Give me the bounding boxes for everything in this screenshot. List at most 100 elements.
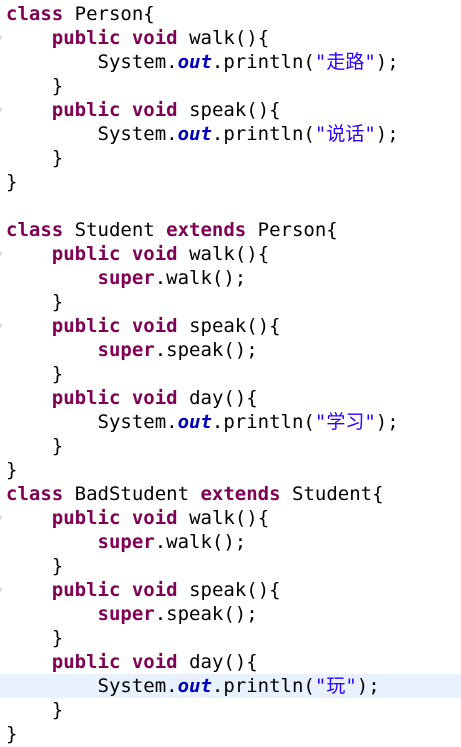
- code-line[interactable]: }: [0, 698, 461, 722]
- code-keyword: extends: [200, 483, 281, 505]
- code-text: Student{: [280, 483, 384, 505]
- code-string: "玩": [314, 675, 357, 697]
- code-line[interactable]: public void speak(){: [0, 314, 461, 338]
- code-line[interactable]: public void day(){: [0, 650, 461, 674]
- code-line[interactable]: public void walk(){: [0, 506, 461, 530]
- code-keyword: super: [97, 531, 155, 553]
- code-text: .println(: [211, 675, 315, 697]
- code-line[interactable]: public void day(){: [0, 386, 461, 410]
- code-editor[interactable]: class Person{ public void walk(){ System…: [0, 0, 461, 747]
- code-line[interactable]: public void speak(){: [0, 578, 461, 602]
- code-line[interactable]: public void walk(){: [0, 242, 461, 266]
- code-text: .println(: [211, 123, 315, 145]
- code-text: walk(){: [177, 507, 270, 529]
- code-field: out: [177, 123, 212, 145]
- code-line[interactable]: }: [0, 146, 461, 170]
- code-line[interactable]: }: [0, 458, 461, 482]
- code-text: walk(){: [177, 243, 270, 265]
- code-keyword: public: [51, 387, 121, 409]
- fold-marker-icon[interactable]: [0, 323, 2, 328]
- code-line[interactable]: public void walk(){: [0, 26, 461, 50]
- code-text: .speak();: [154, 339, 258, 361]
- fold-marker-icon[interactable]: [0, 251, 2, 256]
- code-line[interactable]: [0, 194, 461, 218]
- code-text: }: [51, 363, 64, 385]
- code-text: }: [51, 291, 64, 313]
- code-line[interactable]: class Person{: [0, 2, 461, 26]
- code-text: }: [51, 555, 64, 577]
- code-keyword: void: [131, 243, 178, 265]
- code-line[interactable]: }: [0, 626, 461, 650]
- code-keyword: public: [51, 651, 121, 673]
- code-line[interactable]: class BadStudent extends Student{: [0, 482, 461, 506]
- code-text: }: [51, 699, 64, 721]
- code-keyword: super: [97, 339, 155, 361]
- code-line[interactable]: class Student extends Person{: [0, 218, 461, 242]
- code-line[interactable]: super.speak();: [0, 602, 461, 626]
- code-text: System.: [97, 411, 178, 433]
- code-field: out: [177, 675, 212, 697]
- fold-marker-icon[interactable]: [0, 587, 2, 592]
- fold-marker-icon[interactable]: [0, 35, 2, 40]
- code-line[interactable]: super.walk();: [0, 266, 461, 290]
- code-text: }: [51, 75, 64, 97]
- code-text: }: [51, 435, 64, 457]
- code-line[interactable]: }: [0, 170, 461, 194]
- code-line[interactable]: }: [0, 362, 461, 386]
- code-line[interactable]: public void speak(){: [0, 98, 461, 122]
- code-line[interactable]: super.speak();: [0, 338, 461, 362]
- code-text: BadStudent: [63, 483, 201, 505]
- code-text: );: [356, 675, 380, 697]
- code-text: Student: [63, 219, 167, 241]
- code-text: .println(: [211, 411, 315, 433]
- code-line[interactable]: }: [0, 722, 461, 746]
- code-text: }: [6, 459, 18, 481]
- code-line[interactable]: }: [0, 74, 461, 98]
- code-text: .speak();: [154, 603, 258, 625]
- code-text: day(){: [177, 651, 258, 673]
- code-string: "走路": [314, 51, 376, 73]
- code-keyword: public: [51, 579, 121, 601]
- code-text: speak(){: [177, 99, 281, 121]
- code-line[interactable]: }: [0, 290, 461, 314]
- code-text: }: [6, 171, 18, 193]
- code-line[interactable]: System.out.println("学习");: [0, 410, 461, 434]
- code-text: }: [51, 627, 64, 649]
- code-text: Person{: [63, 3, 155, 25]
- fold-marker-icon[interactable]: [0, 107, 2, 112]
- code-keyword: void: [131, 507, 178, 529]
- code-line[interactable]: System.out.println("走路");: [0, 50, 461, 74]
- code-line[interactable]: super.walk();: [0, 530, 461, 554]
- code-line[interactable]: }: [0, 554, 461, 578]
- code-keyword: class: [6, 3, 64, 25]
- code-line[interactable]: System.out.println("说话");: [0, 122, 461, 146]
- code-text: );: [375, 411, 399, 433]
- code-line[interactable]: }: [0, 434, 461, 458]
- code-keyword: public: [51, 507, 121, 529]
- code-keyword: void: [131, 27, 178, 49]
- code-keyword: void: [131, 579, 178, 601]
- code-keyword: class: [6, 483, 64, 505]
- current-code-line[interactable]: System.out.println("玩");: [0, 674, 461, 698]
- fold-marker-icon[interactable]: [0, 515, 2, 520]
- code-text: .println(: [211, 51, 315, 73]
